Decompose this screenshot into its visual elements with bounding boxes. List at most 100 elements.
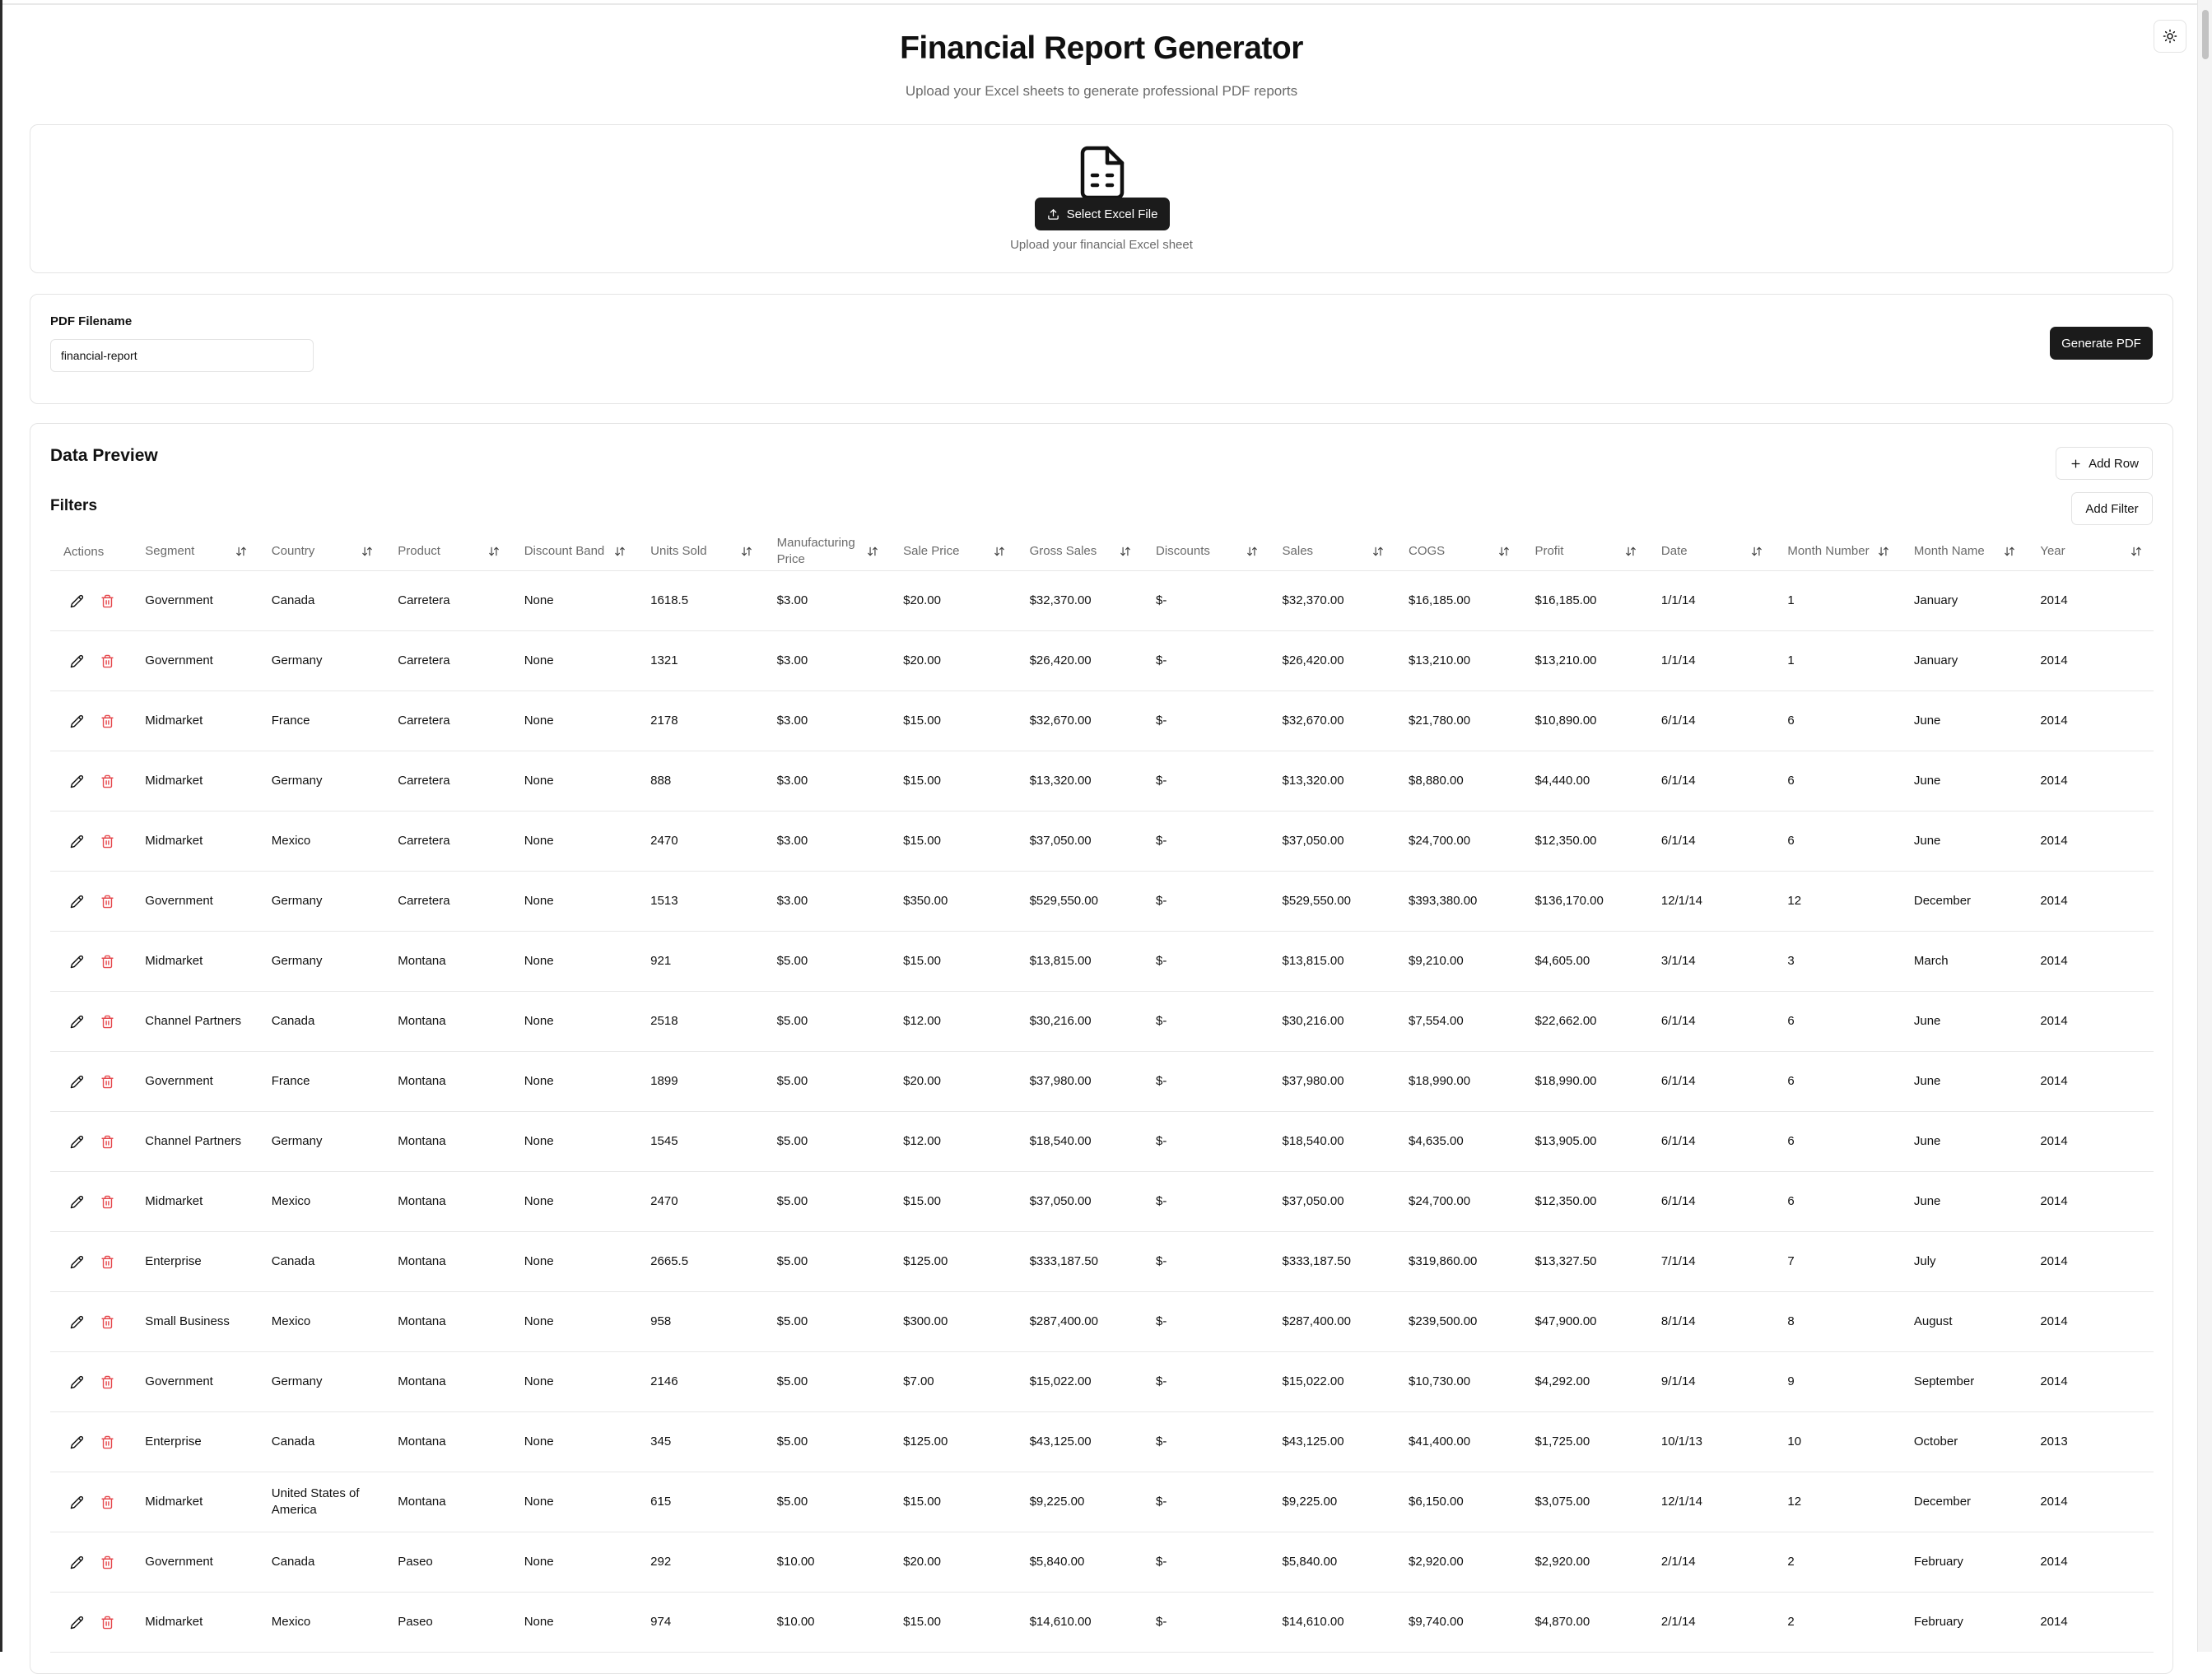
scrollbar-thumb[interactable] <box>2202 10 2209 59</box>
column-header-cogs[interactable]: COGS <box>1395 532 1522 571</box>
trash-icon[interactable] <box>100 1375 114 1389</box>
add-row-button[interactable]: Add Row <box>2056 447 2153 480</box>
table-cell: $- <box>1143 751 1269 811</box>
trash-icon[interactable] <box>100 1255 114 1269</box>
trash-icon[interactable] <box>100 835 114 849</box>
pencil-icon[interactable] <box>70 1075 84 1089</box>
data-preview-card: Data Preview Add Row Filters Add Filter … <box>30 423 2173 1674</box>
pencil-icon[interactable] <box>70 1015 84 1029</box>
sort-icon[interactable] <box>614 546 626 557</box>
table-cell: $12,350.00 <box>1521 1171 1648 1232</box>
column-header-manufacturing-price[interactable]: Manufacturing Price <box>763 532 891 571</box>
trash-icon[interactable] <box>100 1195 114 1209</box>
trash-icon[interactable] <box>100 1075 114 1089</box>
trash-icon[interactable] <box>100 654 114 668</box>
pencil-icon[interactable] <box>70 774 84 788</box>
column-header-segment[interactable]: Segment <box>132 532 258 571</box>
row-actions <box>50 691 133 751</box>
table-cell: June <box>1900 991 2028 1052</box>
trash-icon[interactable] <box>100 1555 114 1569</box>
sort-icon[interactable] <box>741 546 752 557</box>
sort-icon[interactable] <box>1372 546 1384 557</box>
table-cell: 2014 <box>2027 1171 2154 1232</box>
column-header-sales[interactable]: Sales <box>1269 532 1395 571</box>
table-cell: $41,400.00 <box>1395 1411 1522 1472</box>
table-row: Government Germany Carretera None 1321 $3.00 $… <box>50 630 2154 691</box>
pdf-filename-input[interactable] <box>50 339 314 372</box>
row-actions <box>50 1291 133 1352</box>
sort-icon[interactable] <box>1751 546 1763 557</box>
sort-icon[interactable] <box>235 546 247 557</box>
table-cell: 12/1/14 <box>1647 871 1775 932</box>
column-header-month-number[interactable]: Month Number <box>1774 532 1901 571</box>
trash-icon[interactable] <box>100 1616 114 1630</box>
table-cell: December <box>1900 1472 2028 1532</box>
trash-icon[interactable] <box>100 714 114 728</box>
column-header-country[interactable]: Country <box>258 532 385 571</box>
column-header-year[interactable]: Year <box>2027 532 2154 571</box>
sort-icon[interactable] <box>1878 546 1889 557</box>
trash-icon[interactable] <box>100 1135 114 1149</box>
column-header-units-sold[interactable]: Units Sold <box>637 532 764 571</box>
sort-icon[interactable] <box>361 546 373 557</box>
table-cell: December <box>1900 871 2028 932</box>
pencil-icon[interactable] <box>70 1195 84 1209</box>
pencil-icon[interactable] <box>70 1375 84 1389</box>
pencil-icon[interactable] <box>70 1616 84 1630</box>
column-header-profit[interactable]: Profit <box>1521 532 1648 571</box>
pencil-icon[interactable] <box>70 895 84 909</box>
pencil-icon[interactable] <box>70 1555 84 1569</box>
table-cell: $15.00 <box>890 1472 1017 1532</box>
select-excel-file-button[interactable]: Select Excel File <box>1035 198 1170 230</box>
pencil-icon[interactable] <box>70 1255 84 1269</box>
trash-icon[interactable] <box>100 1315 114 1329</box>
trash-icon[interactable] <box>100 1495 114 1509</box>
table-cell: $- <box>1143 1171 1269 1232</box>
generate-pdf-button[interactable]: Generate PDF <box>2050 327 2153 360</box>
table-cell: $14,610.00 <box>1269 1592 1395 1653</box>
pencil-icon[interactable] <box>70 1495 84 1509</box>
sort-icon[interactable] <box>1120 546 1131 557</box>
upload-card: Select Excel File Upload your financial … <box>30 124 2173 273</box>
table-cell: 6 <box>1774 1111 1901 1172</box>
table-cell: Paseo <box>384 1592 511 1653</box>
column-header-discount-band[interactable]: Discount Band <box>510 532 638 571</box>
trash-icon[interactable] <box>100 594 114 608</box>
table-cell: 888 <box>637 751 764 811</box>
trash-icon[interactable] <box>100 1015 114 1029</box>
pencil-icon[interactable] <box>70 714 84 728</box>
column-header-product[interactable]: Product <box>384 532 511 571</box>
column-header-discounts[interactable]: Discounts <box>1143 532 1269 571</box>
pencil-icon[interactable] <box>70 1435 84 1449</box>
table-cell: $- <box>1143 1111 1269 1172</box>
sort-icon[interactable] <box>1246 546 1258 557</box>
trash-icon[interactable] <box>100 774 114 788</box>
sort-icon[interactable] <box>488 546 500 557</box>
column-header-month-name[interactable]: Month Name <box>1900 532 2028 571</box>
sort-icon[interactable] <box>2131 546 2142 557</box>
pencil-icon[interactable] <box>70 1315 84 1329</box>
trash-icon[interactable] <box>100 895 114 909</box>
trash-icon[interactable] <box>100 1435 114 1449</box>
pencil-icon[interactable] <box>70 835 84 849</box>
pencil-icon[interactable] <box>70 1135 84 1149</box>
sort-icon[interactable] <box>867 546 878 557</box>
sort-icon[interactable] <box>2004 546 2015 557</box>
pencil-icon[interactable] <box>70 654 84 668</box>
sort-icon[interactable] <box>1625 546 1637 557</box>
trash-icon[interactable] <box>100 955 114 969</box>
table-cell: March <box>1900 931 2028 992</box>
sort-icon[interactable] <box>1498 546 1510 557</box>
table-cell: Carretera <box>384 811 511 872</box>
page-scrollbar[interactable] <box>2197 0 2212 1652</box>
column-header-date[interactable]: Date <box>1647 532 1775 571</box>
table-cell: 6 <box>1774 1171 1901 1232</box>
table-cell: $43,125.00 <box>1269 1411 1395 1472</box>
add-filter-button[interactable]: Add Filter <box>2071 492 2153 525</box>
table-cell: 10/1/13 <box>1647 1411 1775 1472</box>
column-header-gross-sales[interactable]: Gross Sales <box>1016 532 1143 571</box>
pencil-icon[interactable] <box>70 955 84 969</box>
column-header-sale-price[interactable]: Sale Price <box>890 532 1017 571</box>
pencil-icon[interactable] <box>70 594 84 608</box>
sort-icon[interactable] <box>994 546 1005 557</box>
